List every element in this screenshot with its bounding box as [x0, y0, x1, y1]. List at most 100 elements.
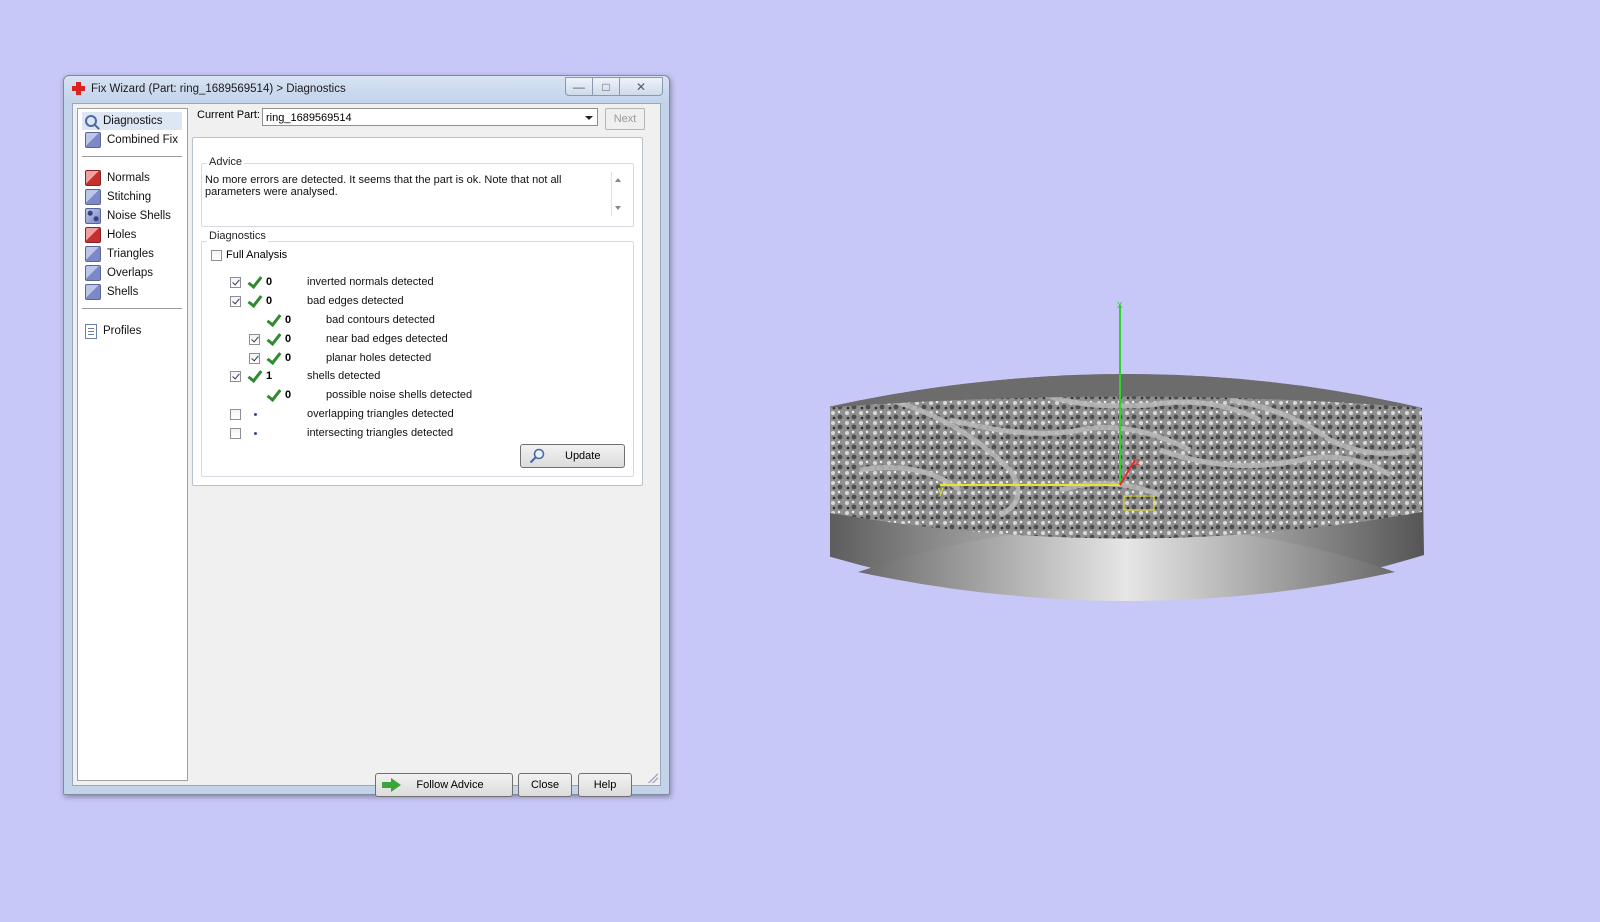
- chevron-down-icon: [585, 116, 593, 120]
- ring-model[interactable]: x y z: [823, 299, 1470, 630]
- sidebar-item-label: Triangles: [107, 248, 154, 260]
- intersecting-triangles-label: intersecting triangles detected: [307, 427, 454, 439]
- 3d-viewport[interactable]: x y z: [823, 299, 1470, 630]
- sidebar-item-label: Normals: [107, 172, 150, 184]
- dialog-client-area: Diagnostics Combined Fix Normals Stitchi…: [72, 103, 661, 797]
- check-icon: [247, 368, 263, 384]
- x-axis-label: x: [1117, 300, 1123, 311]
- scroll-up-icon[interactable]: [615, 178, 621, 182]
- diagnostics-title: Diagnostics: [207, 230, 268, 242]
- check-icon: [266, 312, 282, 328]
- shells-count: 1: [266, 370, 273, 382]
- close-button[interactable]: Close: [518, 773, 572, 797]
- bad-edges-count: 0: [266, 295, 273, 307]
- sidebar-item-stitching[interactable]: Stitching: [82, 188, 182, 206]
- noise-shells-icon: [85, 208, 101, 224]
- pending-dot-icon: [254, 432, 257, 435]
- planar-holes-label: planar holes detected: [326, 352, 432, 364]
- sidebar-item-triangles[interactable]: Triangles: [82, 245, 182, 263]
- bad-contours-count: 0: [285, 314, 292, 326]
- check-icon: [266, 387, 282, 403]
- check-icon: [247, 293, 263, 309]
- sidebar-item-normals[interactable]: Normals: [82, 169, 182, 187]
- fix-wizard-window: Fix Wizard (Part: ring_1689569514) > Dia…: [63, 75, 670, 797]
- resize-grip[interactable]: [648, 773, 658, 783]
- title-bar[interactable]: Fix Wizard (Part: ring_1689569514) > Dia…: [64, 76, 669, 102]
- help-button[interactable]: Help: [578, 773, 632, 797]
- sidebar-item-label: Diagnostics: [103, 115, 163, 127]
- sidebar-item-label: Noise Shells: [107, 210, 171, 222]
- sidebar-item-shells[interactable]: Shells: [82, 283, 182, 301]
- sidebar-item-combined-fix[interactable]: Combined Fix: [82, 131, 182, 149]
- shells-checkbox[interactable]: [230, 371, 241, 382]
- sidebar-divider: [82, 308, 182, 309]
- current-part-select[interactable]: ring_1689569514: [262, 108, 598, 126]
- planar-holes-count: 0: [285, 352, 292, 364]
- shells-label: shells detected: [307, 370, 381, 382]
- check-icon: [266, 331, 282, 347]
- bad-edges-checkbox[interactable]: [230, 296, 241, 307]
- sidebar-item-label: Holes: [107, 229, 137, 241]
- y-axis-label: y: [938, 485, 944, 497]
- update-button[interactable]: Update: [520, 444, 625, 468]
- noise-shells-count: 0: [285, 389, 292, 401]
- z-axis-label: z: [1135, 457, 1140, 468]
- sidebar-item-label: Shells: [107, 286, 139, 298]
- sidebar-divider: [82, 156, 182, 157]
- bad-edges-label: bad edges detected: [307, 295, 404, 307]
- normals-icon: [85, 170, 101, 186]
- fix-wizard-icon: [72, 82, 85, 95]
- advice-scrollbar[interactable]: [611, 172, 624, 216]
- sidebar-item-holes[interactable]: Holes: [82, 226, 182, 244]
- window-title: Fix Wizard (Part: ring_1689569514) > Dia…: [91, 83, 346, 95]
- shells-icon: [85, 284, 101, 300]
- near-bad-edges-checkbox[interactable]: [249, 334, 260, 345]
- current-part-label: Current Part:: [197, 109, 260, 121]
- near-bad-edges-label: near bad edges detected: [326, 333, 448, 345]
- magnifier-icon: [85, 115, 97, 127]
- sidebar-item-diagnostics[interactable]: Diagnostics: [82, 112, 182, 130]
- profiles-icon: [85, 323, 97, 339]
- bad-contours-label: bad contours detected: [326, 314, 435, 326]
- sidebar-item-label: Combined Fix: [107, 134, 178, 146]
- inverted-normals-checkbox[interactable]: [230, 277, 241, 288]
- close-window-button[interactable]: ✕: [619, 77, 663, 96]
- scroll-down-icon[interactable]: [615, 206, 621, 210]
- current-part-value: ring_1689569514: [266, 112, 352, 124]
- overlaps-icon: [85, 265, 101, 281]
- stitching-icon: [85, 189, 101, 205]
- holes-icon: [85, 227, 101, 243]
- update-label: Update: [565, 450, 601, 462]
- inverted-normals-label: inverted normals detected: [307, 276, 434, 288]
- advice-text: No more errors are detected. It seems th…: [205, 174, 562, 198]
- triangles-icon: [85, 246, 101, 262]
- planar-holes-checkbox[interactable]: [249, 353, 260, 364]
- minimize-button[interactable]: —: [565, 77, 593, 96]
- near-bad-edges-count: 0: [285, 333, 292, 345]
- check-icon: [247, 274, 263, 290]
- sidebar-item-label: Stitching: [107, 191, 152, 203]
- sidebar-item-noise-shells[interactable]: Noise Shells: [82, 207, 182, 225]
- intersecting-triangles-checkbox[interactable]: [230, 428, 241, 439]
- advice-title: Advice: [207, 156, 245, 168]
- sidebar-item-label: Overlaps: [107, 267, 154, 279]
- diagnostics-panel: Advice No more errors are detected. It s…: [192, 137, 643, 486]
- pending-dot-icon: [254, 413, 257, 416]
- sidebar-item-overlaps[interactable]: Overlaps: [82, 264, 182, 282]
- overlapping-triangles-label: overlapping triangles detected: [307, 408, 454, 420]
- magnifier-icon: [529, 448, 545, 467]
- wizard-sidebar: Diagnostics Combined Fix Normals Stitchi…: [77, 108, 188, 781]
- noise-shells-label: possible noise shells detected: [326, 389, 473, 401]
- maximize-button[interactable]: □: [592, 77, 620, 96]
- inverted-normals-count: 0: [266, 276, 273, 288]
- full-analysis-checkbox[interactable]: [211, 250, 222, 261]
- arrow-right-icon: [382, 778, 402, 792]
- check-icon: [266, 350, 282, 366]
- sidebar-item-profiles[interactable]: Profiles: [82, 322, 182, 340]
- overlapping-triangles-checkbox[interactable]: [230, 409, 241, 420]
- sidebar-item-label: Profiles: [103, 325, 142, 337]
- combined-fix-icon: [85, 132, 101, 148]
- follow-advice-button[interactable]: Follow Advice: [375, 773, 513, 797]
- next-button[interactable]: Next: [605, 108, 645, 130]
- follow-advice-label: Follow Advice: [416, 779, 484, 791]
